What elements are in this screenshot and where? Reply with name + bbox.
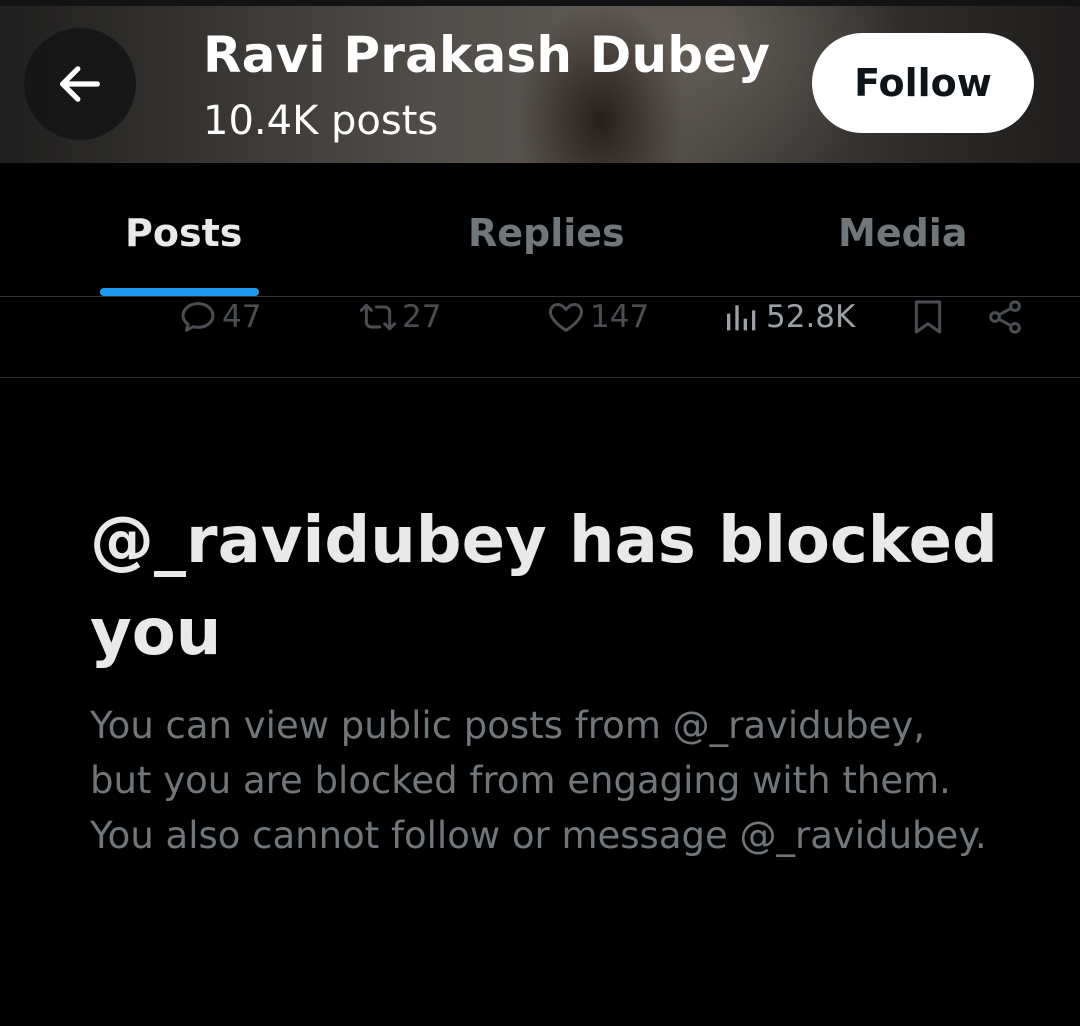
active-tab-indicator — [100, 288, 259, 296]
share-icon — [989, 300, 1021, 334]
tab-media[interactable]: Media — [838, 211, 967, 255]
views-icon — [727, 305, 756, 331]
reply-icon — [181, 302, 215, 332]
views-button[interactable]: 52.8K — [722, 297, 855, 337]
bookmark-button[interactable] — [908, 297, 952, 337]
post-action-bar: 47 27 147 52.8K — [0, 297, 1080, 377]
blocked-title: @_ravidubey has blocked you — [90, 504, 998, 670]
profile-name: Ravi Prakash Dubey — [203, 26, 771, 84]
tab-replies[interactable]: Replies — [468, 211, 625, 255]
follow-button[interactable]: Follow — [812, 33, 1034, 133]
reply-count: 47 — [222, 299, 262, 335]
tab-posts[interactable]: Posts — [125, 211, 242, 255]
bookmark-icon — [914, 300, 942, 334]
blocked-message: You can view public posts from @_ravidub… — [90, 704, 987, 857]
divider — [0, 377, 1080, 378]
reply-button[interactable]: 47 — [178, 297, 261, 337]
profile-tabs: Posts Replies Media — [0, 163, 1080, 296]
views-count: 52.8K — [766, 299, 856, 335]
like-button[interactable]: 147 — [546, 297, 649, 337]
repost-icon — [359, 303, 397, 331]
repost-count: 27 — [402, 299, 442, 335]
back-button[interactable] — [24, 28, 136, 140]
repost-button[interactable]: 27 — [358, 297, 441, 337]
share-button[interactable] — [985, 297, 1029, 337]
like-icon — [549, 303, 583, 332]
arrow-left-icon — [60, 66, 100, 102]
post-count: 10.4K posts — [203, 98, 439, 144]
like-count: 147 — [590, 299, 650, 335]
